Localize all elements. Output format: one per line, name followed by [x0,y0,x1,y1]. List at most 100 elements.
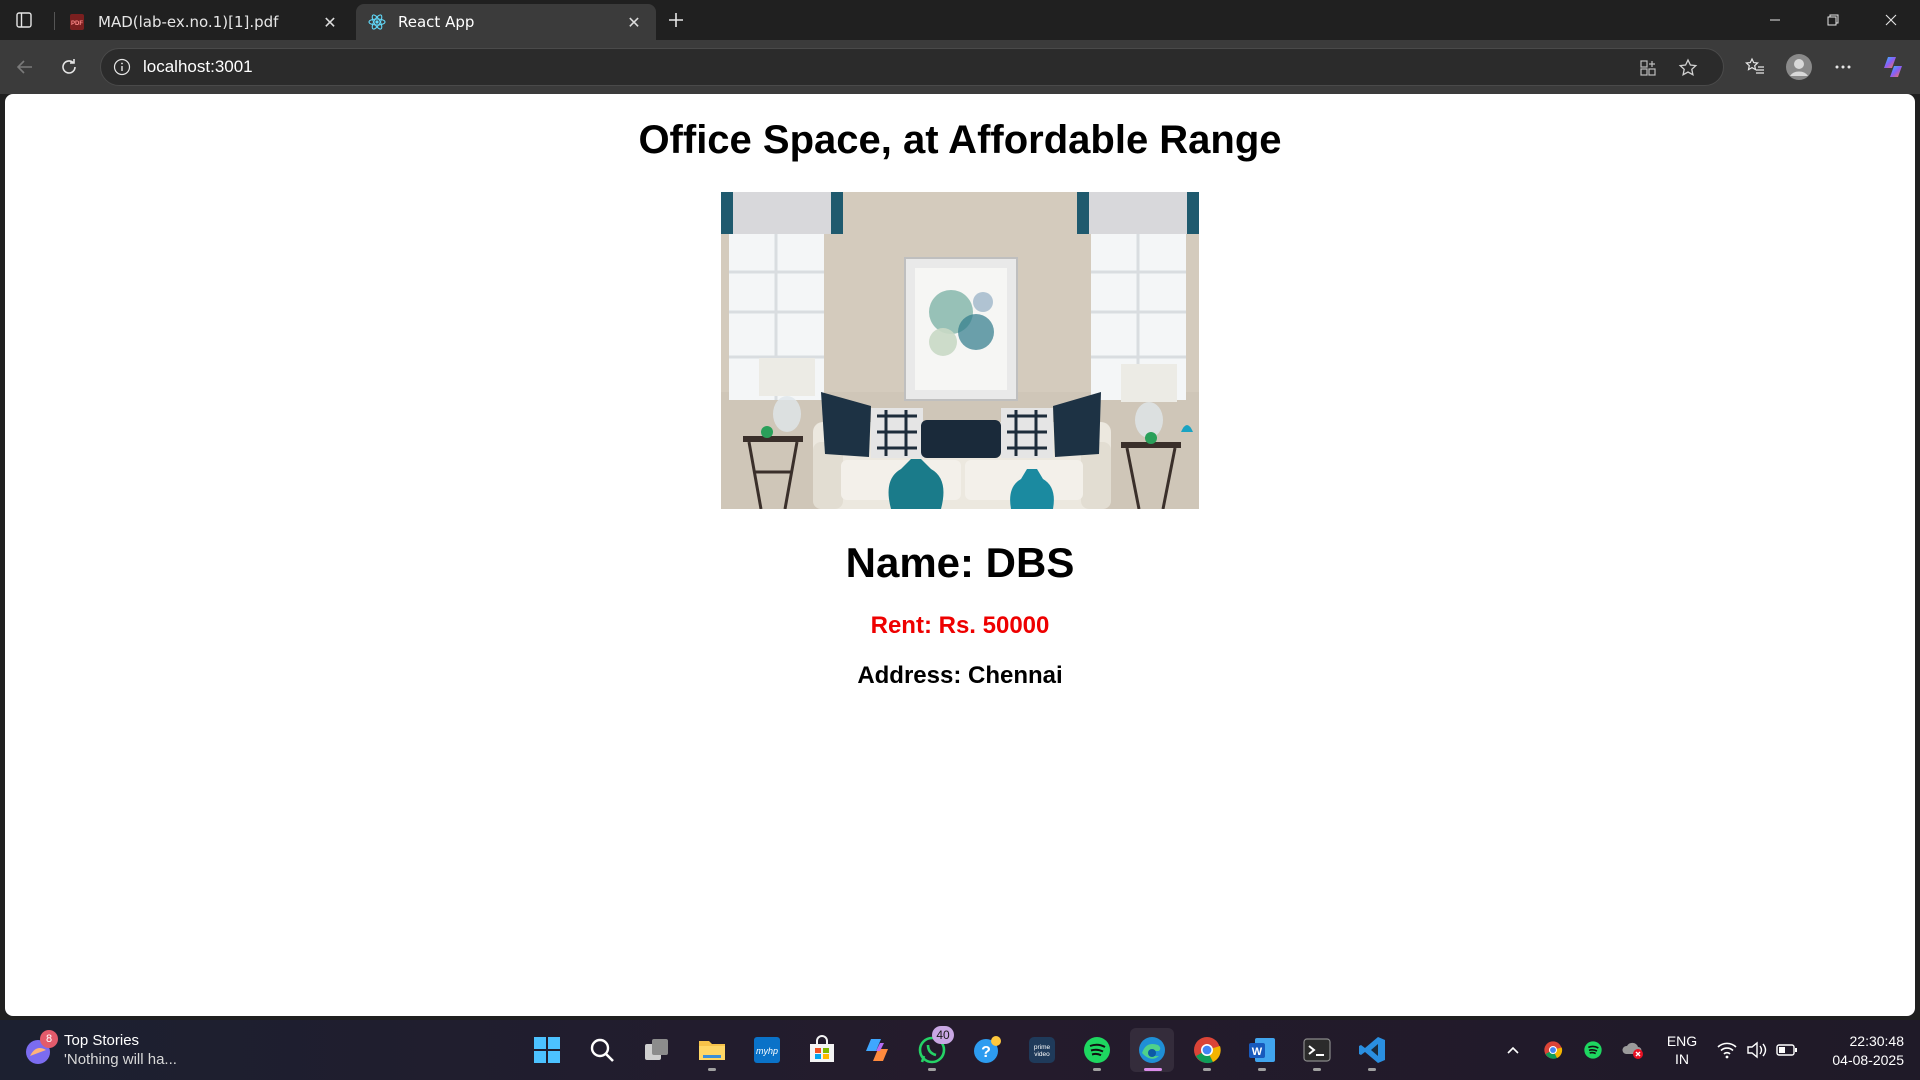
restore-button[interactable] [1804,0,1862,40]
new-tab-button[interactable] [662,6,690,34]
clock-date: 04-08-2025 [1832,1052,1904,1068]
svg-text:video: video [1034,1051,1050,1058]
spotify-button[interactable] [1075,1028,1119,1072]
tab-title: MAD(lab-ex.no.1)[1].pdf [98,13,279,31]
reload-button[interactable] [52,50,86,84]
page-viewport: Office Space, at Affordable Range Name: … [5,94,1915,1016]
get-help-button[interactable]: ? [965,1028,1009,1072]
close-tab-icon[interactable]: ✕ [622,10,646,34]
tray-onedrive-icon[interactable] [1620,1030,1646,1070]
prime-video-icon: primevideo [1029,1037,1055,1063]
search-icon [590,1038,614,1062]
task-view-button[interactable] [635,1028,679,1072]
running-indicator [1203,1068,1211,1071]
news-subtitle: 'Nothing will ha... [64,1051,177,1068]
tab-actions-icon [16,12,32,28]
prime-video-button[interactable]: prime video [1020,1028,1064,1072]
copilot-app-icon [866,1039,888,1061]
clock-time: 22:30:48 [1849,1033,1905,1049]
settings-more-button[interactable] [1826,50,1860,84]
svg-text:?: ? [981,1044,991,1061]
search-button[interactable] [580,1028,624,1072]
office-name: Name: DBS [845,539,1075,586]
tray-spotify-icon[interactable] [1580,1030,1606,1070]
more-dots-icon [1835,65,1851,69]
chevron-up-icon [1507,1046,1519,1054]
plus-icon [669,13,683,27]
whatsapp-button[interactable]: 40 [910,1026,954,1072]
profile-button[interactable] [1782,50,1816,84]
language-code: ENG [1666,1033,1698,1049]
taskbar: 8 Top Stories 'Nothing will ha... myhp 4… [0,1020,1920,1080]
minimize-icon [1770,19,1780,21]
system-clock[interactable]: 22:30:48 04-08-2025 [1808,1032,1904,1070]
address-bar[interactable]: localhost:3001 [100,48,1724,86]
minimize-button[interactable] [1746,0,1804,40]
close-icon [1885,14,1897,26]
tab-strip: PDF MAD(lab-ex.no.1)[1].pdf ✕ React App … [0,0,1920,40]
svg-text:W: W [1252,1046,1263,1058]
show-hidden-icons-button[interactable] [1500,1030,1526,1070]
favorites-list-icon [1745,57,1764,74]
chrome-button[interactable] [1185,1028,1229,1072]
windows-start-icon [534,1037,560,1063]
copilot-icon [1884,57,1902,77]
svg-text:myhp: myhp [756,1046,778,1056]
copilot-app-button[interactable] [855,1028,899,1072]
back-button[interactable] [8,50,42,84]
page-heading: Office Space, at Affordable Range [638,118,1282,162]
tab-separator [54,12,55,30]
running-indicator [928,1068,936,1071]
running-indicator [1368,1068,1376,1071]
news-badge: 8 [40,1030,58,1048]
running-indicator [1093,1068,1101,1071]
tray-chrome-icon[interactable] [1540,1030,1566,1070]
reload-icon [62,59,76,74]
news-widget[interactable]: 8 Top Stories 'Nothing will ha... [20,1028,220,1072]
help-icon: ? [974,1036,1001,1063]
microsoft-store-button[interactable] [800,1028,844,1072]
address-text[interactable]: localhost:3001 [143,57,253,77]
office-address: Address: Chennai [857,662,1063,689]
news-title: Top Stories [64,1032,140,1049]
volume-icon[interactable] [1744,1030,1770,1070]
word-button[interactable]: W [1240,1028,1284,1072]
language-region: IN [1675,1051,1689,1067]
battery-icon[interactable] [1774,1030,1800,1070]
avatar-icon [1786,54,1812,80]
vscode-button[interactable] [1350,1028,1394,1072]
favorites-button[interactable] [1738,50,1772,84]
myhp-icon: myhp [754,1037,780,1063]
running-indicator [1313,1068,1321,1071]
copilot-button[interactable] [1876,50,1910,84]
myhp-button[interactable]: myhp [745,1028,789,1072]
site-info-icon[interactable] [111,56,133,78]
close-tab-icon[interactable]: ✕ [318,10,342,34]
language-indicator[interactable]: ENG IN [1662,1032,1702,1068]
edge-button[interactable] [1130,1028,1174,1072]
tab-title: React App [398,13,475,31]
chrome-icon [1194,1037,1221,1064]
svg-text:prime: prime [1034,1044,1051,1051]
file-explorer-button[interactable] [690,1028,734,1072]
close-window-button[interactable] [1862,0,1920,40]
pdf-icon: PDF [68,13,86,31]
running-indicator [1144,1068,1162,1071]
running-indicator [1258,1068,1266,1071]
favorite-star-icon[interactable] [1675,55,1701,81]
back-arrow-icon [16,60,32,74]
weather-news-icon: 8 [20,1030,58,1068]
start-button[interactable] [525,1028,569,1072]
tab-actions-button[interactable] [8,6,40,34]
tab-pdf[interactable]: PDF MAD(lab-ex.no.1)[1].pdf ✕ [56,4,352,40]
edge-icon [1139,1037,1165,1063]
svg-text:PDF: PDF [71,21,83,27]
office-photo [721,192,1199,509]
app-available-icon[interactable] [1635,55,1661,81]
office-rent: Rent: Rs. 50000 [870,612,1050,639]
wifi-icon[interactable] [1714,1030,1740,1070]
whatsapp-badge: 40 [932,1026,954,1044]
browser-toolbar: localhost:3001 [0,40,1920,94]
tab-react-app[interactable]: React App ✕ [356,4,656,40]
terminal-button[interactable] [1295,1028,1339,1072]
